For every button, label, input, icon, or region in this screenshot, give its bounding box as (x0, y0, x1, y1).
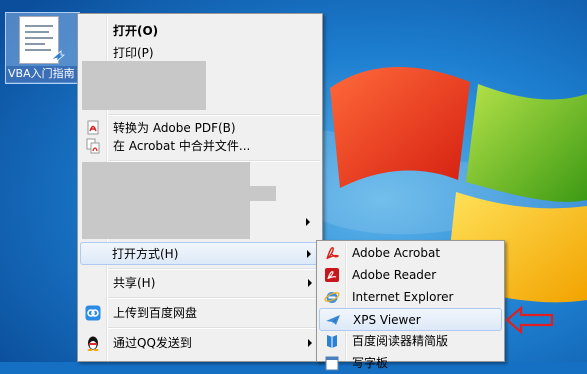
submenu-item-xps-viewer[interactable]: XPS Viewer (319, 308, 502, 331)
red-arrow-annotation (505, 305, 554, 335)
menu-item-share[interactable]: 共享(H) (80, 272, 320, 294)
submenu-item-baidu-reader[interactable]: 百度阅读器精简版 (319, 330, 502, 352)
menu-item-label: 打开(O) (113, 24, 159, 38)
menu-item-submenu[interactable] (258, 211, 318, 233)
submenu-item-label: XPS Viewer (353, 313, 421, 327)
menu-item-label: 在 Acrobat 中合并文件... (113, 139, 251, 153)
submenu-item-label: Adobe Acrobat (352, 246, 441, 260)
chevron-right-icon (307, 250, 311, 258)
open-with-submenu: Adobe Acrobat Adobe Reader Internet Expl… (316, 240, 505, 371)
menu-item-upload-baidu[interactable]: 上传到百度网盘 (80, 302, 320, 324)
adobe-acrobat-icon (326, 247, 340, 260)
adobe-reader-icon (325, 268, 339, 282)
submenu-item-adobe-acrobat[interactable]: Adobe Acrobat (319, 242, 502, 264)
menu-item-label: 共享(H) (113, 276, 156, 290)
redacted-region (82, 61, 206, 110)
acrobat-combine-icon (86, 138, 100, 154)
menu-item-label: 上传到百度网盘 (113, 306, 198, 320)
submenu-item-label: 百度阅读器精简版 (352, 334, 449, 348)
internet-explorer-icon (324, 292, 340, 303)
desktop-file-icon[interactable]: VBA入门指南 (5, 12, 80, 84)
menu-item-open-with[interactable]: 打开方式(H) (80, 242, 320, 265)
chevron-right-icon (308, 279, 312, 287)
submenu-item-label: 写字板 (352, 356, 389, 370)
chevron-right-icon (306, 218, 310, 226)
menu-item-label: 打开方式(H) (112, 247, 179, 261)
submenu-item-internet-explorer[interactable]: Internet Explorer (319, 286, 502, 308)
redacted-region (82, 162, 250, 186)
submenu-item-label: Internet Explorer (352, 290, 454, 304)
menu-item-combine-acrobat[interactable]: 在 Acrobat 中合并文件... (80, 135, 320, 157)
redacted-region (82, 186, 276, 201)
baidu-reader-icon (327, 335, 337, 348)
submenu-item-adobe-reader[interactable]: Adobe Reader (319, 264, 502, 286)
qq-penguin-icon (87, 336, 99, 351)
baidu-netdisk-icon (85, 305, 101, 321)
xps-viewer-icon (326, 315, 340, 325)
desktop-icon-label: VBA入门指南 (6, 66, 79, 82)
menu-item-open[interactable]: 打开(O) (80, 20, 320, 42)
submenu-item-wordpad[interactable]: 写字板 (319, 352, 502, 374)
wordpad-icon (325, 356, 339, 371)
shortcut-arrow-icon (50, 50, 65, 62)
menu-item-label: 通过QQ发送到 (113, 336, 192, 350)
chevron-right-icon (308, 339, 312, 347)
context-menu: 打开(O) 打印(P) 转换为 Adobe PDF(B) 在 Acrobat 中… (77, 13, 323, 362)
submenu-item-label: Adobe Reader (352, 268, 437, 282)
redacted-region (82, 201, 250, 239)
menu-item-send-qq[interactable]: 通过QQ发送到 (80, 332, 320, 354)
adobe-pdf-icon (87, 120, 99, 135)
